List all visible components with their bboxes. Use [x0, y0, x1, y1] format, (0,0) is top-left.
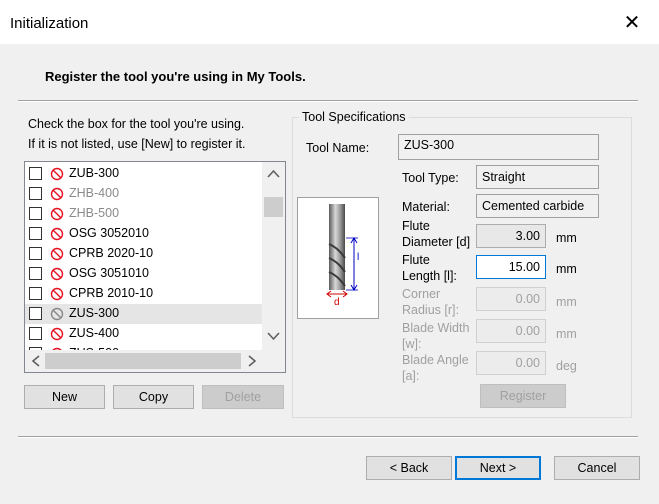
blade-angle-input[interactable]: 0.00 [476, 351, 546, 375]
tool-label: OSG 3052010 [69, 226, 149, 240]
horizontal-scrollbar[interactable] [25, 350, 262, 372]
tool-checkbox[interactable] [29, 287, 42, 300]
tool-label: ZHB-500 [69, 206, 120, 220]
list-item[interactable]: ZHB-500 [25, 204, 263, 224]
material-field[interactable]: Cemented carbide [476, 194, 599, 218]
no-entry-icon [50, 327, 64, 341]
blade-width-label-2: [w]: [402, 337, 422, 351]
cancel-button[interactable]: Cancel [554, 456, 640, 480]
tool-checkbox[interactable] [29, 207, 42, 220]
tool-label: OSG 3051010 [69, 266, 149, 280]
tool-list[interactable]: ZUB-300 ZHB-400 ZHB-500 OSG 3052010 CPRB 202… [24, 161, 286, 373]
page-heading: Register the tool you're using in My Too… [45, 69, 306, 84]
blade-angle-label-2: [a]: [402, 369, 420, 383]
tool-name-label: Tool Name: [306, 141, 370, 155]
list-item[interactable]: CPRB 2010-10 [25, 284, 263, 304]
tool-checkbox[interactable] [29, 307, 42, 320]
vertical-scrollbar-graphic [264, 169, 283, 341]
flute-diameter-input[interactable]: 3.00 [476, 224, 546, 248]
blade-width-unit: mm [556, 327, 577, 341]
flute-length-unit: mm [556, 262, 577, 276]
flute-diameter-label-1: Flute [402, 219, 430, 233]
next-button[interactable]: Next > [455, 456, 541, 480]
flute-diameter-label-2: Diameter [d] [402, 235, 471, 249]
vertical-scrollbar[interactable] [262, 162, 285, 350]
close-button[interactable]: ✕ [618, 10, 646, 36]
horizontal-scrollbar-graphic [31, 353, 257, 369]
list-item[interactable]: ZHB-400 [25, 184, 263, 204]
register-button[interactable]: Register [480, 384, 566, 408]
list-item[interactable]: ZUS-400 [25, 324, 263, 344]
delete-button[interactable]: Delete [202, 385, 284, 409]
tool-label: ZUS-400 [69, 326, 120, 340]
no-entry-icon [50, 167, 64, 181]
tool-type-label: Tool Type: [402, 171, 459, 185]
tool-label: CPRB 2010-10 [69, 286, 154, 300]
tool-checkbox[interactable] [29, 227, 42, 240]
tool-label: ZUB-300 [69, 166, 120, 180]
blade-width-label-1: Blade Width [402, 321, 470, 335]
tool-checkbox[interactable] [29, 167, 42, 180]
scroll-thumb-horizontal [45, 353, 241, 369]
corner-radius-unit: mm [556, 295, 577, 309]
scroll-up-icon [267, 169, 280, 178]
diagram-label-d: d [334, 297, 340, 308]
footer-divider [18, 436, 638, 438]
tool-label: ZUS-300 [69, 306, 120, 320]
flute-length-label-1: Flute [402, 253, 430, 267]
tool-specifications-title: Tool Specifications [299, 110, 409, 124]
material-label: Material: [402, 200, 450, 214]
tool-shank [329, 204, 345, 238]
copy-button[interactable]: Copy [113, 385, 194, 409]
tool-type-field[interactable]: Straight [476, 165, 599, 189]
scroll-right-icon [248, 355, 257, 367]
corner-radius-input[interactable]: 0.00 [476, 287, 546, 311]
close-icon[interactable]: ✕ [624, 12, 641, 34]
blade-width-input[interactable]: 0.00 [476, 319, 546, 343]
no-entry-icon [50, 307, 64, 321]
title-bar [0, 0, 659, 44]
instruction-line-2: If it is not listed, use [New] to regist… [28, 137, 246, 151]
tool-name-field[interactable]: ZUS-300 [398, 134, 599, 160]
list-item[interactable]: OSG 3051010 [25, 264, 263, 284]
list-item[interactable]: OSG 3052010 [25, 224, 263, 244]
tool-label: ZHB-400 [69, 186, 120, 200]
flute-length-label-2: Length [l]: [402, 269, 457, 283]
header-divider [18, 100, 638, 102]
instruction-line-1: Check the box for the tool you're using. [28, 117, 245, 131]
tool-image: l d [297, 197, 379, 319]
no-entry-icon [50, 187, 64, 201]
corner-radius-label-2: Radius [r]: [402, 303, 459, 317]
list-item[interactable]: ZUS-300 [25, 304, 263, 324]
new-button[interactable]: New [24, 385, 105, 409]
no-entry-icon [50, 267, 64, 281]
no-entry-icon [50, 247, 64, 261]
blade-angle-label-1: Blade Angle [402, 353, 469, 367]
no-entry-icon [50, 287, 64, 301]
tool-checkbox[interactable] [29, 327, 42, 340]
no-entry-icon [50, 207, 64, 221]
window-title: Initialization [10, 15, 89, 32]
tool-checkbox[interactable] [29, 267, 42, 280]
no-entry-icon [50, 227, 64, 241]
diagram-label-l: l [357, 252, 359, 263]
back-button[interactable]: < Back [366, 456, 452, 480]
flute-length-input[interactable]: 15.00 [476, 255, 546, 279]
scroll-thumb [264, 197, 283, 217]
end-mill-icon: l d [326, 204, 359, 308]
list-item[interactable]: ZUB-300 [25, 164, 263, 184]
tool-label: CPRB 2020-10 [69, 246, 154, 260]
corner-radius-label-1: Corner [402, 287, 441, 301]
tool-checkbox[interactable] [29, 187, 42, 200]
scrollbar-corner [262, 350, 285, 372]
flute-diameter-unit: mm [556, 231, 577, 245]
tool-checkbox[interactable] [29, 247, 42, 260]
scroll-left-icon [31, 355, 40, 367]
scroll-down-icon [267, 332, 280, 341]
list-item[interactable]: CPRB 2020-10 [25, 244, 263, 264]
blade-angle-unit: deg [556, 359, 577, 373]
